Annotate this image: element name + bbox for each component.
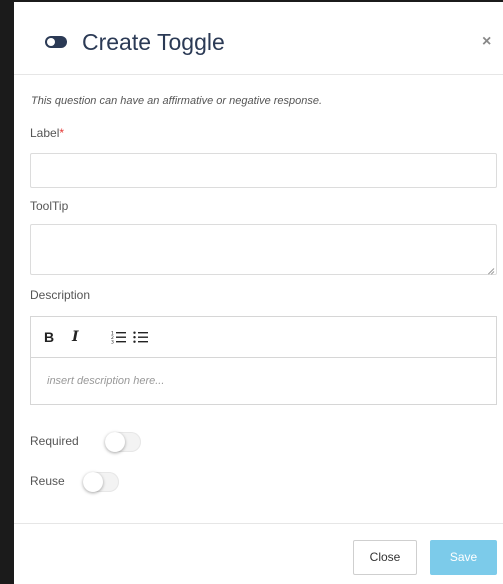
window-frame-left xyxy=(0,0,14,584)
bold-button[interactable]: B xyxy=(44,327,54,347)
description-placeholder: insert description here... xyxy=(47,375,165,387)
dialog-title: Create Toggle xyxy=(82,29,225,55)
resize-handle[interactable] xyxy=(487,265,494,272)
label-field-label: Label* xyxy=(30,126,64,140)
dialog-header: Create Toggle × xyxy=(14,2,503,75)
description-field-label: Description xyxy=(30,288,91,302)
toggle-icon xyxy=(45,36,67,48)
required-marker: * xyxy=(59,126,65,140)
tooltip-textarea[interactable] xyxy=(30,224,497,275)
switch-knob xyxy=(105,432,125,452)
svg-text:3: 3 xyxy=(111,340,114,345)
ordered-list-icon[interactable]: 1 2 3 xyxy=(111,327,127,347)
required-toggle-switch[interactable] xyxy=(105,432,141,452)
switch-knob xyxy=(83,472,103,492)
dialog-footer: Close Save xyxy=(14,523,503,584)
question-hint: This question can have an affirmative or… xyxy=(31,95,323,107)
create-toggle-dialog: Create Toggle × This question can have a… xyxy=(14,2,503,584)
close-icon[interactable]: × xyxy=(482,34,491,50)
tooltip-field-label: ToolTip xyxy=(30,199,69,213)
bullet-list-icon[interactable] xyxy=(133,327,149,347)
label-input[interactable] xyxy=(30,153,497,188)
description-text-area[interactable]: insert description here... xyxy=(31,359,496,404)
required-switch-label: Required xyxy=(30,434,79,448)
reuse-toggle-switch[interactable] xyxy=(83,472,119,492)
editor-toolbar: B I 1 2 3 xyxy=(31,317,496,358)
label-field-text: Label xyxy=(30,126,60,140)
close-button[interactable]: Close xyxy=(353,540,417,575)
description-editor: B I 1 2 3 insert description here... xyxy=(30,316,497,405)
save-button[interactable]: Save xyxy=(430,540,497,575)
reuse-switch-label: Reuse xyxy=(30,474,65,488)
italic-button[interactable]: I xyxy=(72,327,79,347)
